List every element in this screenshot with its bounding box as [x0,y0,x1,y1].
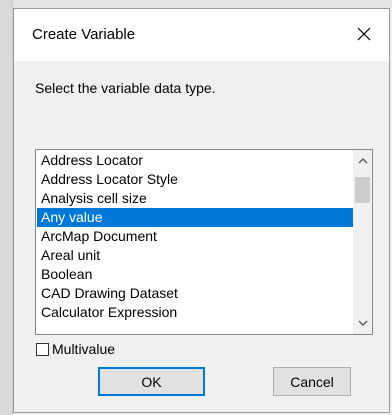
list-item[interactable]: CAD Drawing Dataset [37,284,353,303]
list-item[interactable]: Boolean [37,265,353,284]
close-button[interactable] [347,17,381,51]
vertical-scrollbar[interactable] [353,150,372,334]
multivalue-label: Multivalue [52,341,116,357]
list-item[interactable]: Address Locator [37,151,353,170]
scroll-up-button[interactable] [353,152,372,169]
chevron-up-icon [357,157,368,164]
background-window-strip [0,0,392,8]
multivalue-checkbox[interactable] [36,342,49,356]
scroll-thumb[interactable] [355,177,370,203]
list-item[interactable]: Analysis cell size [37,189,353,208]
data-type-listbox[interactable]: Address Locator Address Locator Style Anal… [35,149,373,335]
instruction-text: Select the variable data type. [35,80,216,96]
list-items: Address Locator Address Locator Style Anal… [37,151,353,322]
list-item[interactable]: Calculator Expression [37,303,353,322]
close-icon [357,27,371,41]
list-item[interactable]: Areal unit [37,246,353,265]
list-item[interactable]: Address Locator Style [37,170,353,189]
chevron-down-icon [357,320,368,327]
list-item[interactable]: Any value [37,208,353,227]
title-bar: Create Variable [14,9,389,61]
cancel-button[interactable]: Cancel [273,367,351,396]
ok-button[interactable]: OK [98,367,205,396]
scroll-down-button[interactable] [353,315,372,332]
list-item[interactable]: ArcMap Document [37,227,353,246]
multivalue-option[interactable]: Multivalue [36,340,115,358]
dialog-title: Create Variable [32,26,136,43]
create-variable-dialog: Create Variable Select the variable data… [13,8,390,413]
background-window-edge [0,0,13,415]
